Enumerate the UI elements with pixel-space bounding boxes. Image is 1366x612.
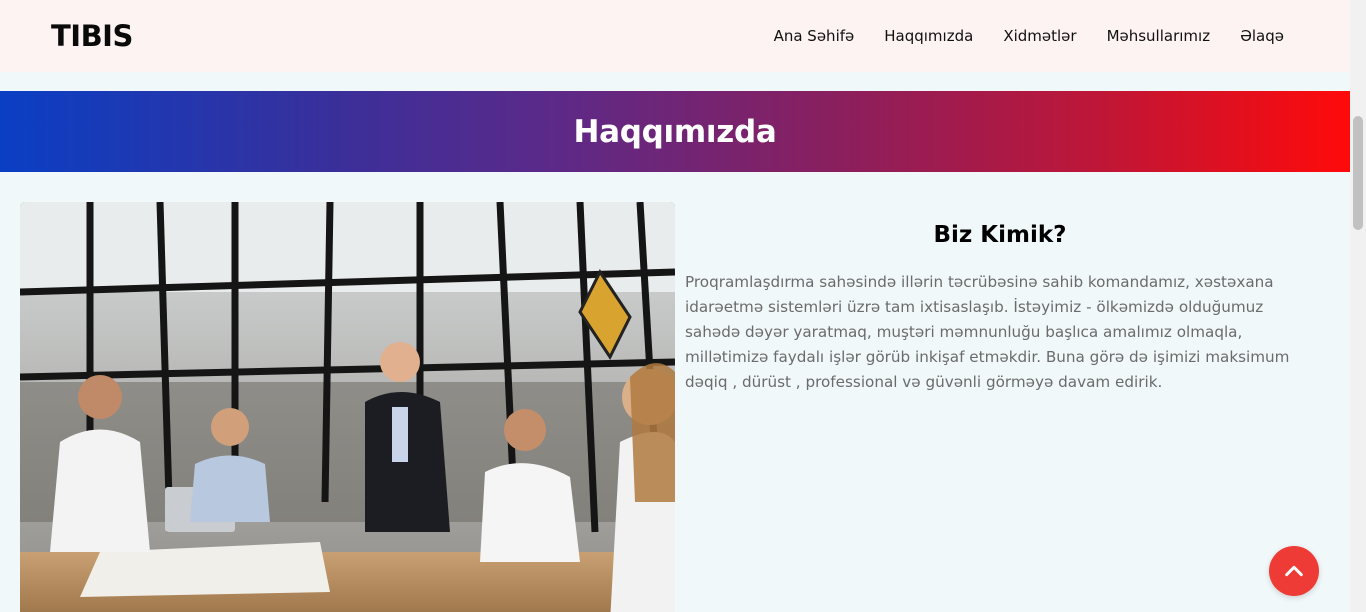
scroll-to-top-button[interactable] [1269, 546, 1319, 596]
team-meeting-photo [20, 202, 675, 612]
nav-item-products[interactable]: Məhsullarımız [1107, 27, 1211, 45]
nav-item-services[interactable]: Xidmətlər [1003, 27, 1076, 45]
nav-item-about[interactable]: Haqqımızda [884, 27, 973, 45]
site-logo[interactable]: TIBIS [51, 19, 133, 53]
scrollbar-thumb[interactable] [1353, 116, 1363, 230]
about-section: Biz Kimik? Proqramlaşdırma sahəsində ill… [685, 222, 1315, 395]
page-banner: Haqqımızda [0, 91, 1350, 172]
about-heading: Biz Kimik? [933, 222, 1067, 248]
chevron-up-icon [1285, 565, 1303, 577]
nav-item-contact[interactable]: Əlaqə [1240, 27, 1284, 45]
page-scrollbar[interactable] [1350, 0, 1366, 612]
page-title: Haqqımızda [573, 113, 777, 150]
team-meeting-illustration [20, 202, 675, 612]
main-nav: Ana Səhifə Haqqımızda Xidmətlər Məhsulla… [774, 27, 1284, 45]
site-header: TIBIS Ana Səhifə Haqqımızda Xidmətlər Mə… [0, 0, 1350, 72]
about-text: Proqramlaşdırma sahəsində illərin təcrüb… [685, 273, 1290, 391]
nav-item-home[interactable]: Ana Səhifə [774, 27, 855, 45]
